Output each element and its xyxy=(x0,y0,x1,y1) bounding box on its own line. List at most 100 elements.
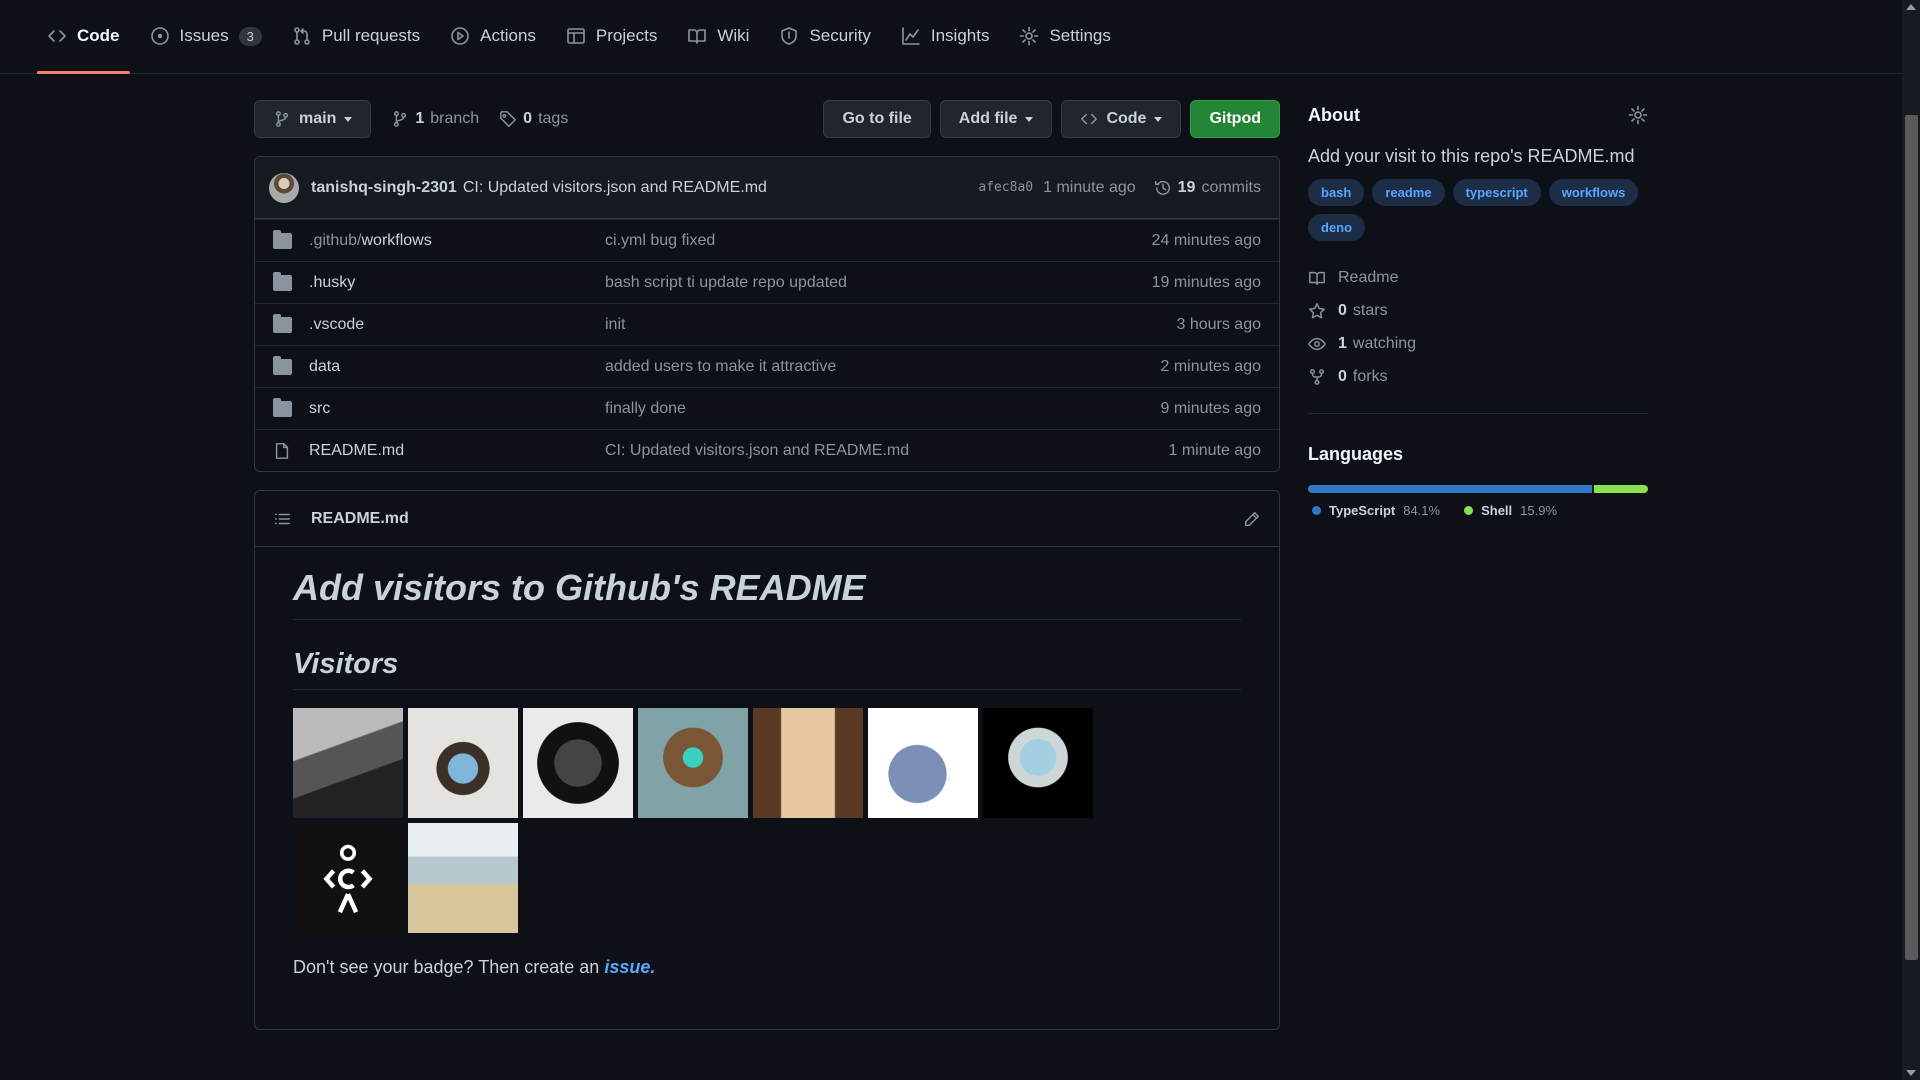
language-list: TypeScript 84.1% Shell 15.9% xyxy=(1308,503,1648,518)
tab-issues[interactable]: Issues 3 xyxy=(140,0,272,73)
scrollbar-thumb[interactable] xyxy=(1905,115,1918,960)
topic-tag[interactable]: readme xyxy=(1372,179,1445,206)
tab-actions[interactable]: Actions xyxy=(440,0,546,73)
repo-forked-icon xyxy=(1309,368,1325,385)
language-color-dot xyxy=(1312,506,1321,515)
file-commit-message[interactable]: init xyxy=(605,316,1176,334)
language-percent: 84.1% xyxy=(1403,503,1441,518)
file-row[interactable]: .husky bash script ti update repo update… xyxy=(255,261,1279,303)
visitor-avatar[interactable] xyxy=(523,708,633,818)
page-scrollbar[interactable] xyxy=(1902,0,1920,1080)
commits-link[interactable]: 19 commits xyxy=(1154,179,1261,197)
commit-sha[interactable]: afec8a0 xyxy=(978,180,1033,195)
file-name[interactable]: .github/workflows xyxy=(309,232,605,250)
visitor-avatar[interactable] xyxy=(638,708,748,818)
tab-label: Insights xyxy=(930,26,990,45)
commit-author[interactable]: tanishq-singh-2301 xyxy=(311,179,457,197)
visitor-avatar[interactable] xyxy=(408,708,518,818)
tab-code[interactable]: Code xyxy=(37,0,130,74)
tab-settings[interactable]: Settings xyxy=(1009,0,1120,73)
tab-projects[interactable]: Projects xyxy=(556,0,667,73)
language-item-shell[interactable]: Shell 15.9% xyxy=(1464,503,1557,518)
topic-tag[interactable]: deno xyxy=(1308,214,1366,241)
topic-tag[interactable]: workflows xyxy=(1548,179,1639,206)
commits-count: 19 xyxy=(1177,178,1196,196)
scroll-up-arrow-icon[interactable] xyxy=(1906,4,1916,10)
star-icon xyxy=(1309,302,1325,318)
topic-tag[interactable]: typescript xyxy=(1452,179,1541,206)
language-percent: 15.9% xyxy=(1520,503,1558,518)
forks-count: 0 xyxy=(1338,367,1347,385)
visitor-avatar[interactable] xyxy=(753,708,863,818)
tab-label: Pull requests xyxy=(321,26,421,45)
file-name[interactable]: .husky xyxy=(309,274,605,292)
branch-select-button[interactable]: main xyxy=(254,100,372,138)
gitpod-button[interactable]: Gitpod xyxy=(1190,100,1280,138)
file-row[interactable]: data added users to make it attractive 2… xyxy=(255,345,1279,387)
add-file-label: Add file xyxy=(958,110,1018,127)
tags-count: 0 xyxy=(523,110,533,127)
visitor-avatar[interactable] xyxy=(408,823,518,933)
list-unordered-icon[interactable] xyxy=(273,510,291,528)
language-bar-segment-shell[interactable] xyxy=(1594,485,1648,493)
tab-insights[interactable]: Insights xyxy=(891,0,1000,73)
footer-text: Don't see your badge? Then create an xyxy=(293,957,605,977)
file-age: 1 minute ago xyxy=(1168,441,1261,459)
file-name[interactable]: README.md xyxy=(309,442,605,460)
file-commit-message[interactable]: bash script ti update repo updated xyxy=(605,274,1152,292)
tab-pull-requests[interactable]: Pull requests xyxy=(282,0,430,73)
gear-icon[interactable] xyxy=(1628,105,1648,125)
forks-link[interactable]: 0 forks xyxy=(1308,360,1648,393)
file-commit-message[interactable]: added users to make it attractive xyxy=(605,358,1160,376)
issue-opened-icon xyxy=(150,27,169,45)
language-color-dot xyxy=(1464,506,1474,515)
watchers-link[interactable]: 1 watching xyxy=(1308,327,1648,360)
file-row[interactable]: .vscode init 3 hours ago xyxy=(255,303,1279,345)
file-commit-message[interactable]: ci.yml bug fixed xyxy=(605,232,1152,250)
go-to-file-button[interactable]: Go to file xyxy=(823,100,931,138)
avatar[interactable] xyxy=(269,172,299,203)
file-commit-message[interactable]: finally done xyxy=(605,400,1160,418)
visitor-avatar[interactable] xyxy=(868,708,978,818)
git-branch-icon xyxy=(275,111,289,127)
commit-time: 1 minute ago xyxy=(1043,178,1136,196)
topic-tag[interactable]: bash xyxy=(1308,179,1365,206)
about-title: About xyxy=(1308,104,1360,125)
repo-stats: Readme 0 stars 1 watching 0 forks xyxy=(1308,261,1648,393)
tab-label: Issues xyxy=(179,26,229,45)
git-pull-request-icon xyxy=(294,27,310,45)
tab-wiki[interactable]: Wiki xyxy=(677,0,759,73)
readme-link[interactable]: Readme xyxy=(1308,261,1648,294)
code-button[interactable]: Code xyxy=(1061,100,1182,138)
file-name[interactable]: data xyxy=(309,358,605,376)
file-row[interactable]: .github/workflows ci.yml bug fixed 24 mi… xyxy=(255,219,1279,261)
visitor-avatar[interactable] xyxy=(293,708,403,818)
scroll-down-arrow-icon[interactable] xyxy=(1906,1070,1916,1076)
add-file-button[interactable]: Add file xyxy=(939,100,1053,138)
pencil-icon[interactable] xyxy=(1243,510,1261,528)
language-bar-segment-typescript[interactable] xyxy=(1308,485,1593,493)
file-row[interactable]: src finally done 9 minutes ago xyxy=(255,387,1279,429)
person-logo-icon xyxy=(323,844,373,914)
latest-commit: tanishq-singh-2301 CI: Updated visitors.… xyxy=(255,157,1279,219)
issue-link[interactable]: issue. xyxy=(604,957,655,977)
visitor-avatar[interactable] xyxy=(293,823,403,933)
visitor-avatar[interactable] xyxy=(983,708,1093,818)
language-item-typescript[interactable]: TypeScript 84.1% xyxy=(1312,503,1440,518)
folder-icon xyxy=(273,397,292,417)
readme-header: README.md xyxy=(255,491,1279,547)
history-icon xyxy=(1154,180,1170,195)
gitpod-label: Gitpod xyxy=(1209,110,1261,127)
file-commit-message[interactable]: CI: Updated visitors.json and README.md xyxy=(605,442,1168,460)
file-row[interactable]: README.md CI: Updated visitors.json and … xyxy=(255,429,1279,471)
sidebar-divider xyxy=(1308,413,1648,414)
tab-security[interactable]: Security xyxy=(769,0,880,73)
file-name[interactable]: src xyxy=(309,400,605,418)
tab-label: Wiki xyxy=(717,26,750,45)
commit-message[interactable]: CI: Updated visitors.json and README.md xyxy=(463,179,767,197)
file-name[interactable]: .vscode xyxy=(309,316,605,334)
main-column: main 1 branch 0 tags Go to file Add file… xyxy=(254,100,1280,1030)
stars-link[interactable]: 0 stars xyxy=(1308,294,1648,327)
tags-link[interactable]: 0 tags xyxy=(499,110,568,128)
branches-link[interactable]: 1 branch xyxy=(391,110,479,128)
